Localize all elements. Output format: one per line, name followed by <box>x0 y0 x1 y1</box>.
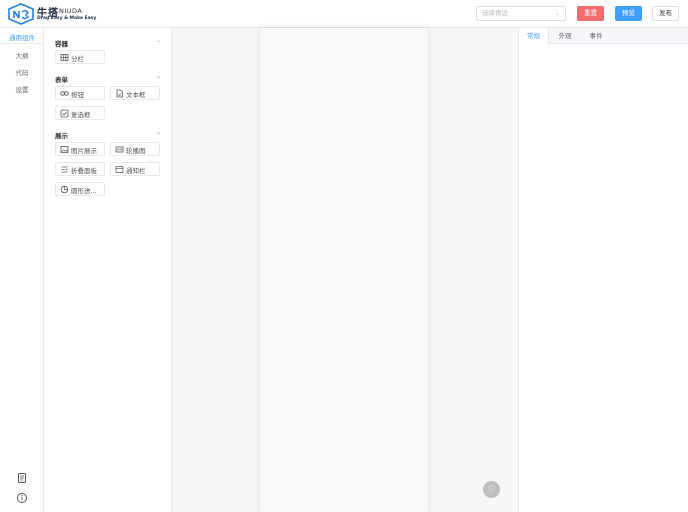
button-icon <box>60 89 69 98</box>
circle-progress-icon <box>60 185 69 194</box>
preset-select[interactable]: 选择预设 ⌄ <box>476 6 566 21</box>
component-columns[interactable]: 分栏 <box>55 50 105 64</box>
tab-appearance[interactable]: 外观 <box>550 28 580 44</box>
reset-button[interactable]: 重置 <box>577 6 604 21</box>
help-float-button[interactable]: ⓘ <box>483 481 500 498</box>
group-title-container[interactable]: 容器 <box>55 38 68 48</box>
notice-icon <box>115 165 124 174</box>
columns-icon <box>60 53 69 62</box>
component-image[interactable]: 图片展示 <box>55 142 105 156</box>
sidebar-item-settings[interactable]: 设置 <box>0 84 44 94</box>
component-label: 图片展示 <box>71 147 97 155</box>
left-sidebar: 通用组件 大纲 代码 设置 <box>0 28 44 512</box>
component-label: 按钮 <box>71 91 84 99</box>
sidebar-item-outline[interactable]: 大纲 <box>0 50 44 60</box>
textbox-icon <box>115 89 124 98</box>
carousel-icon <box>115 145 124 154</box>
component-label: 复选框 <box>71 111 91 119</box>
component-textbox[interactable]: 文本框 <box>110 86 160 100</box>
preview-button[interactable]: 预览 <box>615 6 642 21</box>
group-title-form[interactable]: 表单 <box>55 74 68 84</box>
property-panel: 常规 外观 事件 <box>518 28 688 512</box>
tab-general[interactable]: 常规 <box>519 28 549 45</box>
component-label: 圆形进... <box>71 187 97 195</box>
component-notice[interactable]: 通知栏 <box>110 162 160 176</box>
page-preview-frame[interactable] <box>260 28 428 512</box>
top-header: 牛搭 NIUDA Drag Easy & Make Easy 选择预设 ⌄ 重置… <box>0 0 688 28</box>
collapse-icon <box>60 165 69 174</box>
chevron-down-icon[interactable]: ⌄ <box>156 37 161 44</box>
brand-slogan: Drag Easy & Make Easy <box>37 16 97 21</box>
component-label: 折叠面板 <box>71 167 97 175</box>
component-collapse[interactable]: 折叠面板 <box>55 162 105 176</box>
property-tabs: 常规 外观 事件 <box>519 28 688 45</box>
group-title-display[interactable]: 展示 <box>55 130 68 140</box>
chevron-down-icon: ⌄ <box>554 10 560 17</box>
component-carousel[interactable]: 轮播图 <box>110 142 160 156</box>
tab-events[interactable]: 事件 <box>581 28 611 44</box>
component-circle-progress[interactable]: 圆形进... <box>55 182 105 196</box>
component-checkbox[interactable]: 复选框 <box>55 106 105 120</box>
question-icon: ⓘ <box>488 485 495 493</box>
component-label: 分栏 <box>71 55 84 63</box>
image-icon <box>60 145 69 154</box>
info-icon[interactable] <box>16 492 28 504</box>
preset-select-placeholder: 选择预设 <box>482 9 508 17</box>
sidebar-item-code[interactable]: 代码 <box>0 67 44 77</box>
component-label: 通知栏 <box>126 167 146 175</box>
component-label: 文本框 <box>126 91 146 99</box>
brand-name-en: NIUDA <box>59 7 83 15</box>
sidebar-item-components[interactable]: 通用组件 <box>0 32 44 42</box>
document-icon[interactable] <box>16 472 28 484</box>
component-button[interactable]: 按钮 <box>55 86 105 100</box>
editor-canvas[interactable]: ⓘ <box>172 28 518 512</box>
component-panel: 容器 ⌄ 分栏 表单 ⌄ 按钮 文本框 复选框 展示 ⌄ 图片展示 轮播图 折叠… <box>44 28 172 512</box>
checkbox-icon <box>60 109 69 118</box>
chevron-down-icon[interactable]: ⌄ <box>156 73 161 80</box>
publish-button[interactable]: 发布 <box>652 6 679 21</box>
chevron-down-icon[interactable]: ⌄ <box>156 129 161 136</box>
component-label: 轮播图 <box>126 147 146 155</box>
niuda-logo <box>8 3 34 25</box>
